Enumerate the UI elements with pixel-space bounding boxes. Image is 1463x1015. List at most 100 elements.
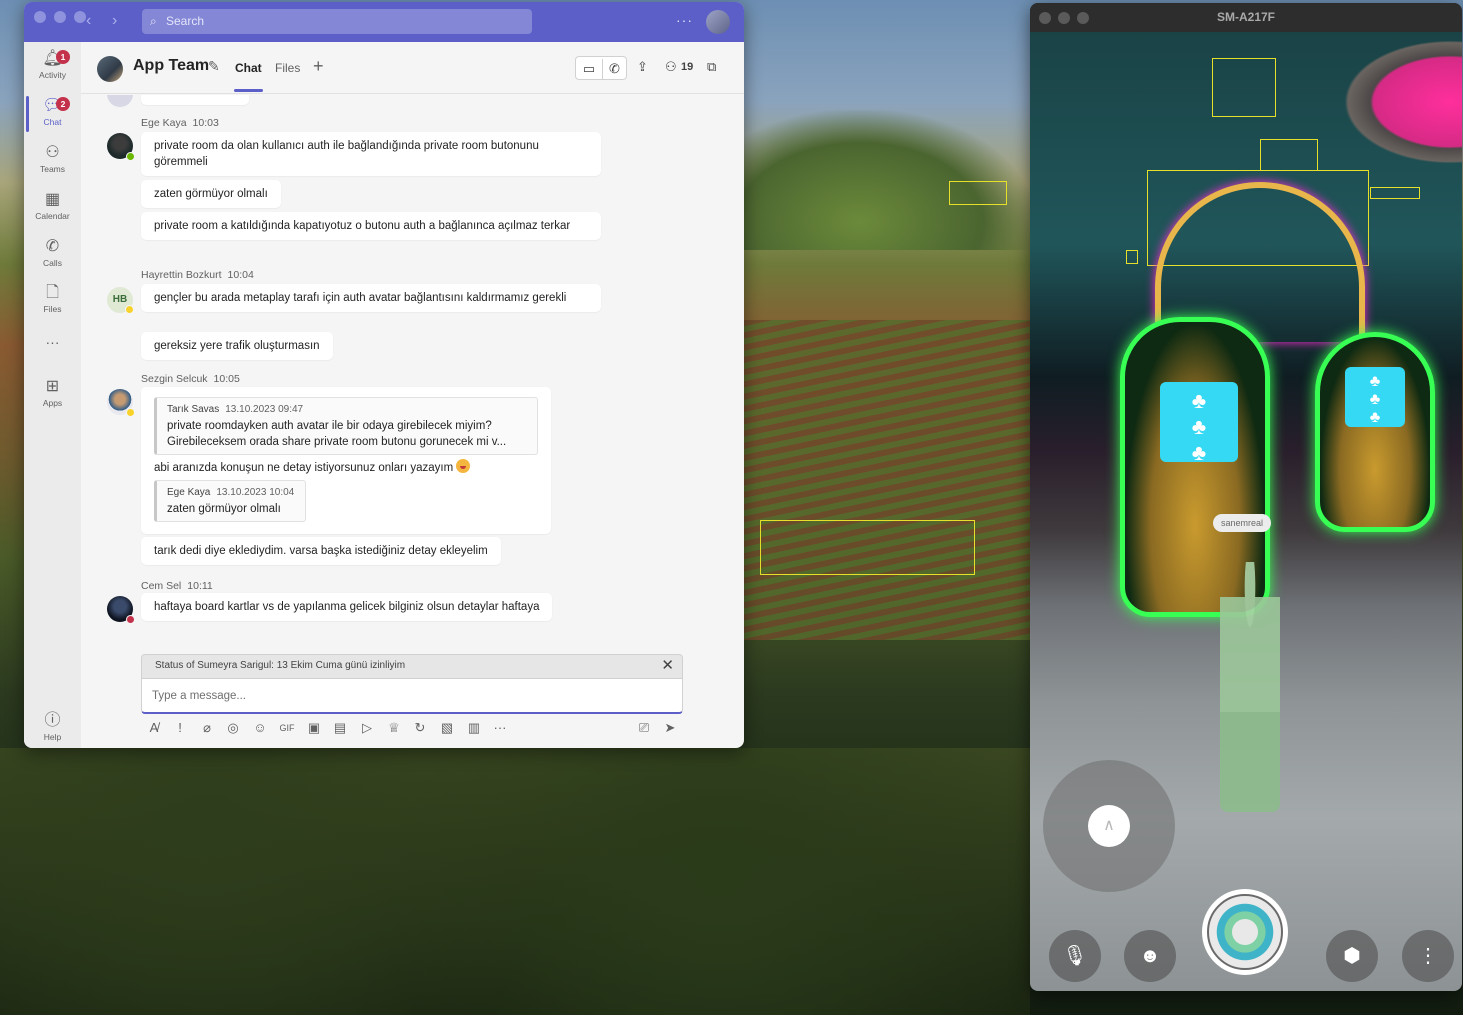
more-icon: ···: [45, 334, 60, 350]
share-screen-icon[interactable]: ⇪: [637, 59, 648, 75]
mute-mic-icon[interactable]: 🎙︎: [1049, 930, 1101, 982]
desktop-forest: [0, 748, 1030, 1015]
inventory-box-icon[interactable]: ⬢: [1326, 930, 1378, 982]
message-author: Sezgin Selcuk 10:05: [141, 373, 240, 385]
tab-files[interactable]: Files: [275, 61, 300, 75]
rail-item-calendar[interactable]: ▦ Calendar: [24, 189, 81, 221]
emoji-icon[interactable]: ☺: [250, 718, 270, 738]
important-icon[interactable]: !: [170, 718, 190, 738]
video-call-icon[interactable]: ▭: [577, 59, 601, 79]
avatar-sezgin-selcuk[interactable]: [107, 389, 135, 417]
message-bubble[interactable]: zaten görmüyor olmalı: [141, 180, 281, 208]
presence-away: [125, 305, 134, 314]
profile-avatar[interactable]: [706, 10, 730, 34]
avatar-ege-kaya[interactable]: [107, 133, 135, 161]
minimize-window-button[interactable]: [54, 11, 66, 23]
game-scene[interactable]: ♣ ♣ ♣ ♣ ♣ ♣ sanemreal ∧: [1030, 32, 1462, 991]
search-icon: ⌕: [150, 14, 157, 28]
minimap-view: [1207, 894, 1283, 970]
forms-icon[interactable]: ▥: [464, 718, 484, 738]
rail-item-more[interactable]: ···: [24, 334, 81, 350]
close-icon[interactable]: ✕: [661, 655, 674, 677]
desktop-vineyard: [744, 320, 1034, 640]
quoted-reply[interactable]: Tarık Savas 13.10.2023 09:47 private room…: [154, 397, 538, 455]
rail-item-files[interactable]: 🗋 Files: [24, 282, 81, 314]
rail-item-activity[interactable]: 🔔︎ Activity 1: [24, 48, 81, 80]
message-bubble[interactable]: gereksiz yere trafik oluşturmasın: [141, 332, 333, 360]
approvals-icon[interactable]: ↻: [410, 718, 430, 738]
message-bubble[interactable]: private room a katıldığında kapatıyotuz …: [141, 212, 601, 240]
more-actions-icon[interactable]: ···: [490, 718, 510, 738]
send-icon[interactable]: ➤: [660, 718, 680, 738]
pop-out-icon[interactable]: ⧉: [707, 59, 716, 75]
activity-badge: 1: [56, 50, 70, 64]
detection-box: [1370, 187, 1420, 199]
message-author: Cem Sel 10:11: [141, 580, 213, 592]
chat-badge: 2: [56, 97, 70, 111]
sticker-icon[interactable]: ▣: [304, 718, 324, 738]
minimap[interactable]: [1202, 889, 1288, 975]
participants-icon[interactable]: ⚇: [665, 59, 677, 75]
audio-call-icon[interactable]: ✆: [602, 59, 626, 79]
rail-item-apps[interactable]: ⊞ Apps: [24, 376, 81, 408]
teams-titlebar: ‹ › ⌕ Search ···: [24, 2, 744, 42]
presence-busy: [126, 615, 135, 624]
message-bubble-truncated[interactable]: [141, 95, 249, 105]
quoted-reply[interactable]: Ege Kaya 13.10.2023 10:04 zaten görmüyor …: [154, 480, 306, 522]
rail-item-calls[interactable]: ✆ Calls: [24, 236, 81, 268]
channel-header: App Team ✎ Chat Files + ▭ ✆ ⇪ ⚇ 19 ⧉: [81, 42, 744, 94]
message-bubble[interactable]: haftaya board kartlar vs de yapılanma ge…: [141, 593, 553, 621]
message-bubble[interactable]: gençler bu arada metaplay tarafı için au…: [141, 284, 601, 312]
back-arrow-icon[interactable]: ‹: [86, 12, 91, 30]
avatar-cem-sel[interactable]: [107, 596, 135, 624]
ceiling-decoration: [1330, 32, 1462, 172]
participants-count[interactable]: 19: [681, 61, 693, 73]
status-banner: Status of Sumeyra Sarigul: 13 Ekim Cuma …: [141, 654, 683, 678]
bell-icon: 🔔︎: [42, 50, 63, 67]
format-icon[interactable]: A̸: [144, 718, 164, 738]
help-icon: ⓘ: [44, 712, 61, 729]
rail-item-help[interactable]: ⓘ Help: [24, 710, 81, 742]
message-input[interactable]: Type a message...: [141, 678, 683, 714]
more-options-button[interactable]: ···: [676, 12, 693, 28]
chat-icon: 💬︎: [42, 97, 63, 114]
more-vertical-icon[interactable]: ⋮: [1402, 930, 1454, 982]
praise-icon[interactable]: ♕: [384, 718, 404, 738]
joystick-knob[interactable]: ∧: [1088, 805, 1130, 847]
file-icon: 🗋: [46, 284, 59, 301]
message-bubble-with-quotes[interactable]: Tarık Savas 13.10.2023 09:47 private room…: [141, 387, 551, 534]
android-mirror-window: SM-A217F ♣ ♣ ♣ ♣ ♣ ♣ sanemreal ∧ 🎙︎ ☻ ⬢ ⋮: [1030, 3, 1462, 991]
rail-item-teams[interactable]: ⚇ Teams: [24, 142, 81, 174]
tab-underline: [234, 89, 263, 92]
gif-icon[interactable]: GIF: [277, 718, 297, 738]
tab-chat[interactable]: Chat: [235, 61, 262, 75]
movement-joystick[interactable]: ∧: [1043, 760, 1175, 892]
message-author: Ege Kaya 10:03: [141, 117, 219, 129]
forward-arrow-icon[interactable]: ›: [112, 12, 117, 30]
close-window-button[interactable]: [34, 11, 46, 23]
emote-icon[interactable]: ☻: [1124, 930, 1176, 982]
rail-item-chat[interactable]: 💬︎ Chat 2: [24, 95, 81, 127]
add-tab-icon[interactable]: +: [313, 56, 324, 77]
pencil-icon[interactable]: ✎: [208, 58, 220, 75]
search-input[interactable]: ⌕ Search: [142, 9, 532, 34]
mirror-titlebar: SM-A217F: [1030, 3, 1462, 32]
avatar: [107, 95, 133, 107]
calendar-icon: ▦: [44, 191, 61, 208]
message-bubble[interactable]: tarık dedi diye ekledіydim. varsa başka …: [141, 537, 501, 565]
chat-title: App Team: [133, 57, 210, 74]
schedule-meeting-icon[interactable]: ▤: [330, 718, 350, 738]
video-clip-icon[interactable]: ⎚: [634, 718, 654, 738]
message-bubble[interactable]: private room da olan kullanıcı auth ile …: [141, 132, 601, 176]
message-list[interactable]: Ege Kaya 10:03 private room da olan kulla…: [81, 95, 744, 643]
loop-icon[interactable]: ◎: [223, 718, 243, 738]
slot-machine[interactable]: ♣ ♣ ♣: [1315, 332, 1435, 532]
detection-box: [1126, 250, 1138, 264]
whiteboard-icon[interactable]: ▧: [437, 718, 457, 738]
phone-icon: ✆: [45, 238, 60, 255]
player-avatar[interactable]: [1220, 562, 1280, 812]
attach-icon[interactable]: ⌀: [197, 718, 217, 738]
club-symbol-icon: ♣ ♣ ♣: [1160, 382, 1238, 465]
maximize-window-button[interactable]: [74, 11, 86, 23]
stream-icon[interactable]: ▷: [357, 718, 377, 738]
